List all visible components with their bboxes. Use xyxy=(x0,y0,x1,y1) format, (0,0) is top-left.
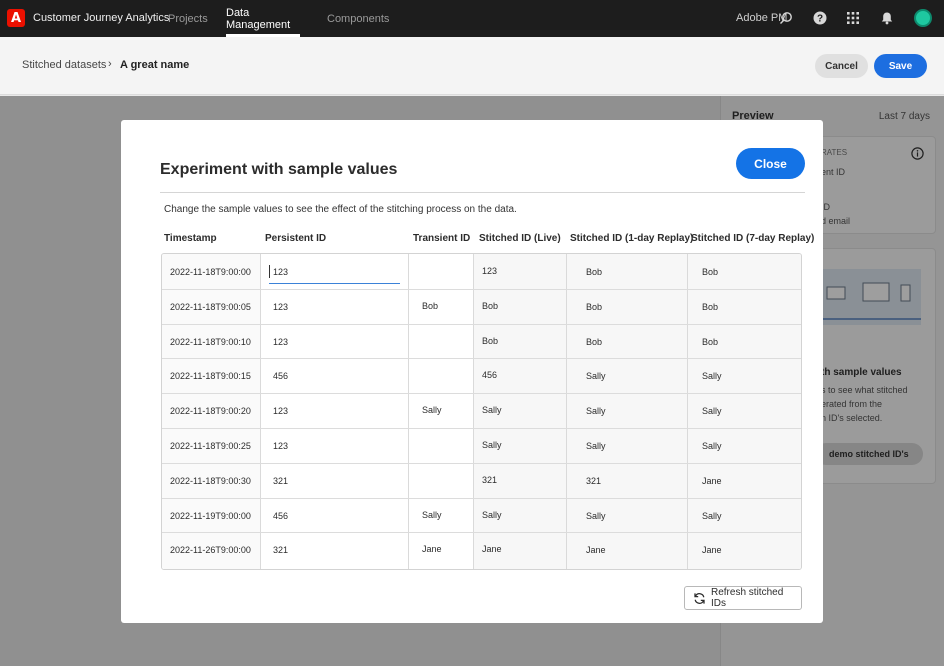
stitched-1day-cell: Bob xyxy=(586,337,603,347)
cancel-button[interactable]: Cancel xyxy=(815,54,868,78)
stitched-live-cell: Sally xyxy=(482,440,502,450)
apps-grid-icon[interactable] xyxy=(846,11,860,25)
transient-id-cell[interactable]: Sally xyxy=(422,405,442,415)
nav-tab-components[interactable]: Components xyxy=(327,0,389,37)
persistent-id-cell[interactable]: 321 xyxy=(273,545,288,555)
stitched-7day-cell: Sally xyxy=(702,441,722,451)
stitched-7day-cell: Bob xyxy=(702,302,719,312)
stitched-live-cell: Sally xyxy=(482,405,502,415)
stitched-1day-cell: 321 xyxy=(586,476,602,486)
row-divider xyxy=(162,532,801,533)
nav-tab-projects[interactable]: Projects xyxy=(168,0,208,37)
timestamp-cell: 2022-11-18T9:00:00 xyxy=(170,267,251,277)
user-avatar[interactable] xyxy=(914,9,932,27)
row-divider xyxy=(162,393,801,394)
breadcrumb-current: A great name xyxy=(120,59,190,71)
stitched-live-cell: Bob xyxy=(482,336,499,346)
persistent-id-cell[interactable]: 123 xyxy=(273,441,288,451)
notifications-bell-icon[interactable] xyxy=(880,11,894,25)
save-button[interactable]: Save xyxy=(874,54,927,78)
timestamp-cell: 2022-11-18T9:00:20 xyxy=(170,406,251,416)
breadcrumb-stitched-datasets[interactable]: Stitched datasets xyxy=(22,59,106,71)
stitched-live-cell: 123 xyxy=(482,266,498,276)
row-divider xyxy=(162,289,801,290)
timestamp-cell: 2022-11-18T9:00:05 xyxy=(170,302,251,312)
column-header-timestamp: Timestamp xyxy=(164,233,217,244)
help-icon[interactable]: ? xyxy=(813,11,827,25)
persistent-id-cell[interactable]: 123 xyxy=(273,337,288,347)
refresh-button-label: Refresh stitched IDs xyxy=(711,587,784,609)
timestamp-cell: 2022-11-18T9:00:30 xyxy=(170,476,251,486)
stitched-live-cell: 321 xyxy=(482,475,498,485)
app-name[interactable]: Customer Journey Analytics xyxy=(33,12,169,24)
dialog-divider xyxy=(160,192,805,193)
stitched-live-cell: Bob xyxy=(482,301,499,311)
timestamp-cell: 2022-11-19T9:00:00 xyxy=(170,511,251,521)
column-header-stitched-1day: Stitched ID (1-day Replay) xyxy=(570,233,694,244)
timestamp-cell: 2022-11-18T9:00:15 xyxy=(170,371,251,381)
close-button[interactable]: Close xyxy=(736,148,805,179)
row-divider xyxy=(162,498,801,499)
stitched-7day-cell: Bob xyxy=(702,267,719,277)
persistent-id-cell[interactable]: 321 xyxy=(273,476,288,486)
svg-text:?: ? xyxy=(817,14,823,25)
column-header-persistent-id: Persistent ID xyxy=(265,233,327,244)
sample-values-table: 2022-11-18T9:00:00 123 123 Bob Bob 2022-11-18… xyxy=(161,253,802,570)
adobe-logo-icon[interactable]: A xyxy=(7,9,25,27)
persistent-id-active-input[interactable] xyxy=(269,263,400,284)
stitched-7day-cell: Bob xyxy=(702,337,719,347)
stitched-1day-cell: Jane xyxy=(586,545,606,555)
stitched-1day-cell: Sally xyxy=(586,511,606,521)
refresh-stitched-ids-button[interactable]: Refresh stitched IDs xyxy=(684,586,802,610)
stitched-1day-cell: Sally xyxy=(586,371,606,381)
stitched-7day-cell: Sally xyxy=(702,371,722,381)
transient-id-cell[interactable]: Jane xyxy=(422,544,442,554)
stitched-live-cell: 456 xyxy=(482,370,498,380)
timestamp-cell: 2022-11-18T9:00:25 xyxy=(170,441,251,451)
row-divider xyxy=(162,428,801,429)
nav-tab-data-management[interactable]: Data Management xyxy=(226,0,300,37)
text-caret xyxy=(269,265,270,278)
page-header: Stitched datasets › A great name Cancel … xyxy=(0,37,944,95)
dialog-title: Experiment with sample values xyxy=(160,161,398,178)
stitched-1day-cell: Bob xyxy=(586,267,603,277)
dialog-description: Change the sample values to see the effe… xyxy=(164,204,517,215)
column-header-transient-id: Transient ID xyxy=(413,233,471,244)
persistent-id-cell[interactable]: 456 xyxy=(273,371,288,381)
experiment-dialog: Experiment with sample values Close Chan… xyxy=(121,120,823,623)
persistent-id-cell[interactable]: 123 xyxy=(273,302,288,312)
stitched-7day-cell: Jane xyxy=(702,545,722,555)
refresh-icon xyxy=(694,593,705,604)
stitched-7day-cell: Sally xyxy=(702,511,722,521)
stitched-live-cell: Sally xyxy=(482,510,502,520)
stitched-7day-cell: Jane xyxy=(702,476,722,486)
row-divider xyxy=(162,463,801,464)
transient-id-cell[interactable]: Sally xyxy=(422,510,442,520)
stitched-1day-cell: Sally xyxy=(586,441,606,451)
stitched-1day-cell: Bob xyxy=(586,302,603,312)
persistent-id-cell[interactable]: 456 xyxy=(273,511,288,521)
timestamp-cell: 2022-11-26T9:00:00 xyxy=(170,545,251,555)
breadcrumb-separator-icon: › xyxy=(108,58,112,70)
stitched-1day-cell: Sally xyxy=(586,406,606,416)
row-divider xyxy=(162,324,801,325)
search-icon[interactable] xyxy=(779,11,793,25)
stitched-live-cell: Jane xyxy=(482,544,502,554)
transient-id-cell[interactable]: Bob xyxy=(422,301,438,311)
row-divider xyxy=(162,358,801,359)
column-header-stitched-live: Stitched ID (Live) xyxy=(479,233,561,244)
top-navigation-bar: A Customer Journey Analytics Projects Da… xyxy=(0,0,944,37)
timestamp-cell: 2022-11-18T9:00:10 xyxy=(170,337,251,347)
persistent-id-cell[interactable]: 123 xyxy=(273,406,288,416)
stitched-7day-cell: Sally xyxy=(702,406,722,416)
column-header-stitched-7day: Stitched ID (7-day Replay) xyxy=(691,233,815,244)
